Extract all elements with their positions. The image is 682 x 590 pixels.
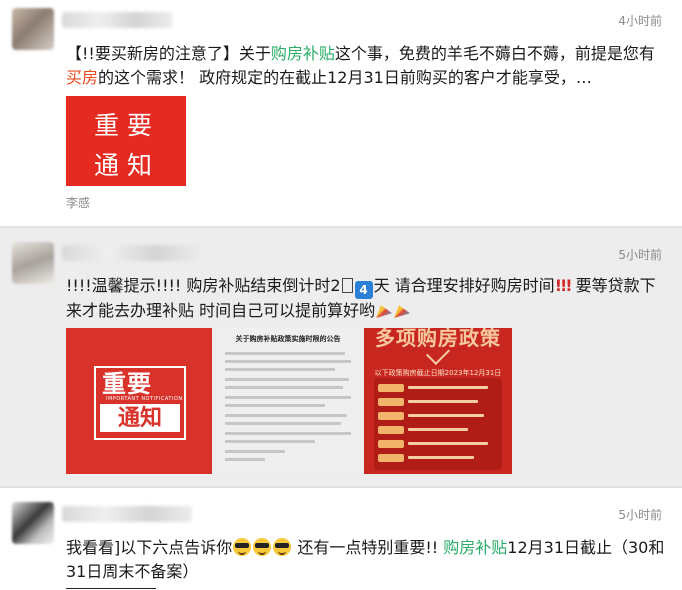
notice-title-bottom: 通知: [100, 404, 180, 432]
post-text: 我看看]以下六点告诉你 还有一点特别重要!! 购房补贴12月31日截止（30和3…: [66, 538, 665, 581]
blurred-username[interactable]: [62, 245, 202, 261]
avatar[interactable]: [12, 502, 54, 544]
important-notice-image[interactable]: 重要 IMPORTANT NOTIFICATION 通知: [66, 328, 212, 474]
red-exclamation-icon: !!!: [554, 276, 573, 295]
post-time: 4小时前: [618, 14, 662, 28]
post-text: 【!!要买新房的注意了】关于购房补贴这个事，免费的羊毛不薅白不薅，前提是您有买房…: [66, 44, 655, 87]
keyword-link[interactable]: 购房补贴: [271, 44, 335, 63]
policy-subtitle: 以下政策购房截止日期2023年12月31日: [374, 369, 502, 377]
post-text: !!!!温馨提示!!!! 购房补贴结束倒计时2 4 天 请合理安排好购房时间!!! …: [66, 276, 656, 320]
important-notice-image[interactable]: 重要 通知: [66, 96, 186, 186]
post-time: 5小时前: [618, 508, 662, 522]
housing-policy-image[interactable]: 多项购房政策 以下政策购房截止日期2023年12月31日: [364, 328, 512, 474]
moment-post-2: 5小时前 !!!!温馨提示!!!! 购房补贴结束倒计时2 4 天 请合理安排好购房时…: [0, 228, 682, 486]
notice-subtitle: IMPORTANT NOTIFICATION: [106, 396, 183, 402]
post-time: 5小时前: [618, 248, 662, 262]
cool-sunglasses-emoji-icon: [253, 538, 272, 556]
policy-announcement-image[interactable]: 关于购房补贴政策实施时限的公告: [215, 328, 361, 474]
keyword-link[interactable]: 买房: [66, 68, 98, 87]
notice-line-1: 重要: [94, 111, 161, 140]
cutoff-underline: [66, 588, 156, 589]
number-4-emoji-icon: 4: [354, 281, 373, 299]
blurred-username[interactable]: [62, 12, 172, 28]
announcement-title: 关于购房补贴政策实施时限的公告: [235, 335, 341, 343]
notice-line-2: 通知: [94, 151, 161, 180]
moment-post-1: 4小时前 【!!要买新房的注意了】关于购房补贴这个事，免费的羊毛不薅白不薅，前提…: [0, 0, 682, 226]
cool-sunglasses-emoji-icon: [273, 538, 292, 556]
missing-glyph-icon: [341, 278, 353, 293]
party-popper-icon: [394, 305, 411, 318]
avatar[interactable]: [12, 8, 54, 50]
blurred-username[interactable]: [62, 506, 192, 522]
keyword-link[interactable]: 购房补贴: [443, 538, 507, 557]
avatar[interactable]: [12, 242, 54, 284]
moment-post-3: 5小时前 我看看]以下六点告诉你 还有一点特别重要!! 购房补贴12月31日截止…: [0, 488, 682, 590]
post-source[interactable]: 李感: [66, 194, 90, 211]
party-popper-icon: [376, 305, 393, 318]
notice-title-top: 重要: [102, 369, 152, 398]
cool-sunglasses-emoji-icon: [233, 538, 252, 556]
